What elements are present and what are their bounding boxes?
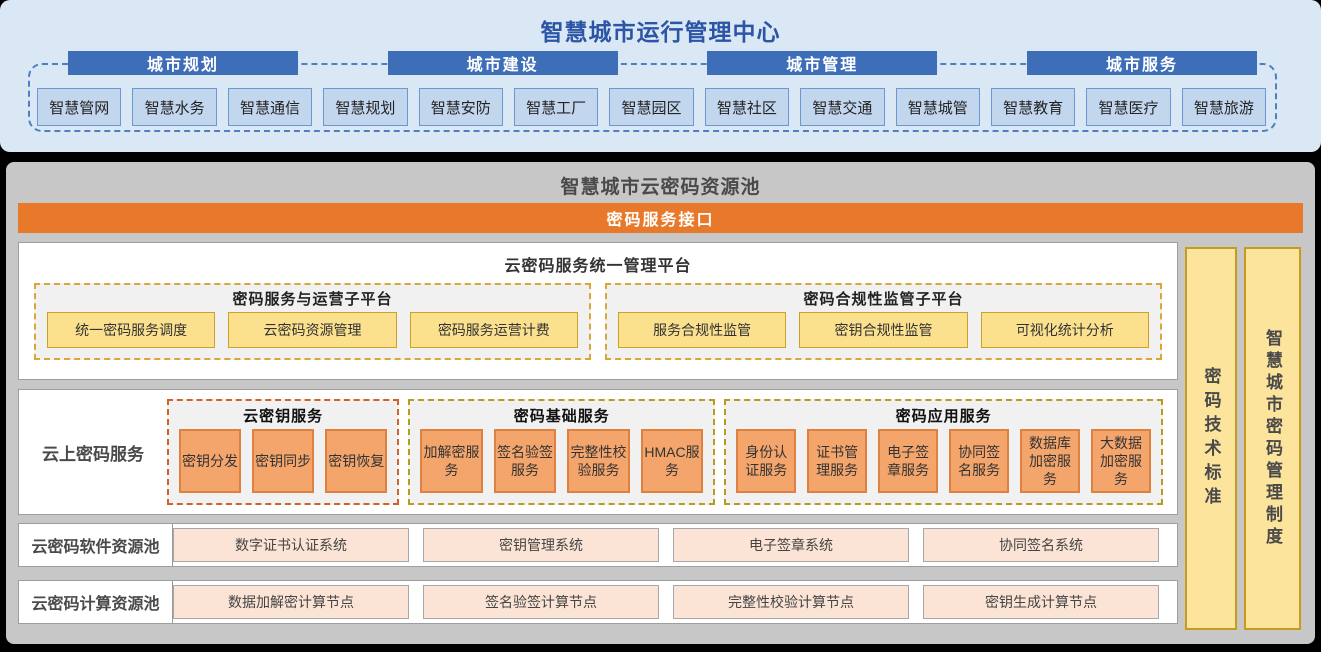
- compute-resource-pool-label: 云密码计算资源池: [19, 581, 172, 623]
- sidebar-crypto-tech-standards: 密码技术标准: [1185, 247, 1237, 630]
- group-crypto-application-service-items: 身份认证服务 证书管理服务 电子签章服务 协同签名服务 数据库加密服务 大数据加…: [736, 429, 1151, 493]
- item-service-compliance: 服务合规性监管: [618, 312, 786, 348]
- app-box-security: 智慧安防: [419, 88, 503, 126]
- item-database-encryption: 数据库加密服务: [1020, 429, 1080, 493]
- item-sign-verify: 签名验签服务: [494, 429, 556, 493]
- category-urban-management: 城市管理: [707, 51, 937, 75]
- item-key-distribution: 密钥分发: [179, 429, 241, 493]
- item-electronic-seal: 电子签章服务: [878, 429, 938, 493]
- group-crypto-application-service-title: 密码应用服务: [736, 401, 1151, 429]
- service-groups-row: 云密钥服务 密钥分发 密钥同步 密钥恢复 密码基础服务 加解密服务 签名验签服务…: [167, 399, 1163, 505]
- compute-resource-pool-items: 数据加解密计算节点 签名验签计算节点 完整性校验计算节点 密钥生成计算节点: [172, 581, 1159, 623]
- subplatform-service-operation-items: 统一密码服务调度 云密码资源管理 密码服务运营计费: [47, 312, 578, 348]
- item-unified-service-scheduling: 统一密码服务调度: [47, 312, 215, 348]
- group-cloud-key-service-title: 云密钥服务: [179, 401, 387, 429]
- category-urban-services: 城市服务: [1027, 51, 1257, 75]
- app-box-park: 智慧园区: [609, 88, 693, 126]
- subplatform-service-operation: 密码服务与运营子平台 统一密码服务调度 云密码资源管理 密码服务运营计费: [34, 283, 591, 360]
- item-key-recovery: 密钥恢复: [325, 429, 387, 493]
- unified-management-platform-title: 云密码服务统一管理平台: [19, 252, 1177, 276]
- item-cosign-system: 协同签名系统: [923, 528, 1159, 562]
- crypto-service-interface-bar: 密码服务接口: [18, 203, 1303, 233]
- group-basic-crypto-service: 密码基础服务 加解密服务 签名验签服务 完整性校验服务 HMAC服务: [408, 399, 715, 505]
- city-operation-center-title: 智慧城市运行管理中心: [0, 13, 1321, 47]
- item-certificate-mgmt: 证书管理服务: [807, 429, 867, 493]
- item-visual-statistics: 可视化统计分析: [981, 312, 1149, 348]
- app-box-communication: 智慧通信: [228, 88, 312, 126]
- item-encrypt-decrypt: 加解密服务: [420, 429, 482, 493]
- pool-main-column: 云密码服务统一管理平台 密码服务与运营子平台 统一密码服务调度 云密码资源管理 …: [18, 242, 1178, 634]
- item-key-mgmt-system: 密钥管理系统: [423, 528, 659, 562]
- software-resource-pool-items: 数字证书认证系统 密钥管理系统 电子签章系统 协同签名系统: [172, 524, 1159, 566]
- compute-resource-pool-row: 云密码计算资源池 数据加解密计算节点 签名验签计算节点 完整性校验计算节点 密钥…: [18, 580, 1178, 624]
- category-urban-planning: 城市规划: [68, 51, 298, 75]
- group-cloud-key-service-items: 密钥分发 密钥同步 密钥恢复: [179, 429, 387, 493]
- app-box-education: 智慧教育: [991, 88, 1075, 126]
- group-crypto-application-service: 密码应用服务 身份认证服务 证书管理服务 电子签章服务 协同签名服务 数据库加密…: [724, 399, 1163, 505]
- item-identity-auth: 身份认证服务: [736, 429, 796, 493]
- cloud-crypto-services-label: 云上密码服务: [19, 440, 167, 465]
- app-box-traffic: 智慧交通: [800, 88, 884, 126]
- app-box-community: 智慧社区: [705, 88, 789, 126]
- app-box-tourism: 智慧旅游: [1182, 88, 1266, 126]
- item-cloud-crypto-resource-mgmt: 云密码资源管理: [228, 312, 396, 348]
- item-service-operation-billing: 密码服务运营计费: [410, 312, 578, 348]
- group-cloud-key-service: 云密钥服务 密钥分发 密钥同步 密钥恢复: [167, 399, 399, 505]
- cloud-crypto-pool-panel: 智慧城市云密码资源池 密码服务接口 云密码服务统一管理平台 密码服务与运营子平台…: [6, 162, 1315, 644]
- item-key-sync: 密钥同步: [252, 429, 314, 493]
- subplatform-compliance-supervision-title: 密码合规性监管子平台: [618, 287, 1149, 312]
- item-integrity-check: 完整性校验服务: [567, 429, 629, 493]
- cloud-crypto-services-box: 云上密码服务 云密钥服务 密钥分发 密钥同步 密钥恢复 密码基础服务 加解密服: [18, 389, 1178, 515]
- category-urban-construction: 城市建设: [388, 51, 618, 75]
- item-key-compliance: 密钥合规性监管: [799, 312, 967, 348]
- group-basic-crypto-service-items: 加解密服务 签名验签服务 完整性校验服务 HMAC服务: [420, 429, 703, 493]
- city-operation-center-panel: 智慧城市运行管理中心 城市规划 城市建设 城市管理 城市服务 智慧管网 智慧水务…: [0, 0, 1321, 152]
- software-resource-pool-row: 云密码软件资源池 数字证书认证系统 密钥管理系统 电子签章系统 协同签名系统: [18, 523, 1178, 567]
- sidebar-crypto-mgmt-regulations: 智慧城市密码管理制度: [1244, 247, 1301, 630]
- category-header-row: 城市规划 城市建设 城市管理 城市服务: [68, 51, 1257, 75]
- item-integrity-compute-node: 完整性校验计算节点: [673, 585, 909, 619]
- pool-content: 云密码服务统一管理平台 密码服务与运营子平台 统一密码服务调度 云密码资源管理 …: [18, 242, 1301, 634]
- subplatform-compliance-supervision-items: 服务合规性监管 密钥合规性监管 可视化统计分析: [618, 312, 1149, 348]
- item-collaborative-signature: 协同签名服务: [949, 429, 1009, 493]
- app-box-water: 智慧水务: [132, 88, 216, 126]
- item-hmac: HMAC服务: [641, 429, 703, 493]
- software-resource-pool-label: 云密码软件资源池: [19, 524, 172, 566]
- group-basic-crypto-service-title: 密码基础服务: [420, 401, 703, 429]
- subplatform-service-operation-title: 密码服务与运营子平台: [47, 287, 578, 312]
- item-digital-cert-system: 数字证书认证系统: [173, 528, 409, 562]
- app-box-urban-mgmt: 智慧城管: [896, 88, 980, 126]
- unified-management-platform: 云密码服务统一管理平台 密码服务与运营子平台 统一密码服务调度 云密码资源管理 …: [18, 242, 1178, 380]
- item-bigdata-encryption: 大数据加密服务: [1091, 429, 1151, 493]
- app-box-factory: 智慧工厂: [514, 88, 598, 126]
- subplatform-compliance-supervision: 密码合规性监管子平台 服务合规性监管 密钥合规性监管 可视化统计分析: [605, 283, 1162, 360]
- smart-app-row: 智慧管网 智慧水务 智慧通信 智慧规划 智慧安防 智慧工厂 智慧园区 智慧社区 …: [37, 88, 1266, 126]
- cloud-crypto-pool-title: 智慧城市云密码资源池: [6, 172, 1315, 199]
- subplatform-row: 密码服务与运营子平台 统一密码服务调度 云密码资源管理 密码服务运营计费 密码合…: [34, 283, 1162, 360]
- item-encdec-compute-node: 数据加解密计算节点: [173, 585, 409, 619]
- app-box-medical: 智慧医疗: [1086, 88, 1170, 126]
- item-eseal-system: 电子签章系统: [673, 528, 909, 562]
- item-signverify-compute-node: 签名验签计算节点: [423, 585, 659, 619]
- app-box-pipe-network: 智慧管网: [37, 88, 121, 126]
- app-box-planning: 智慧规划: [323, 88, 407, 126]
- item-keygen-compute-node: 密钥生成计算节点: [923, 585, 1159, 619]
